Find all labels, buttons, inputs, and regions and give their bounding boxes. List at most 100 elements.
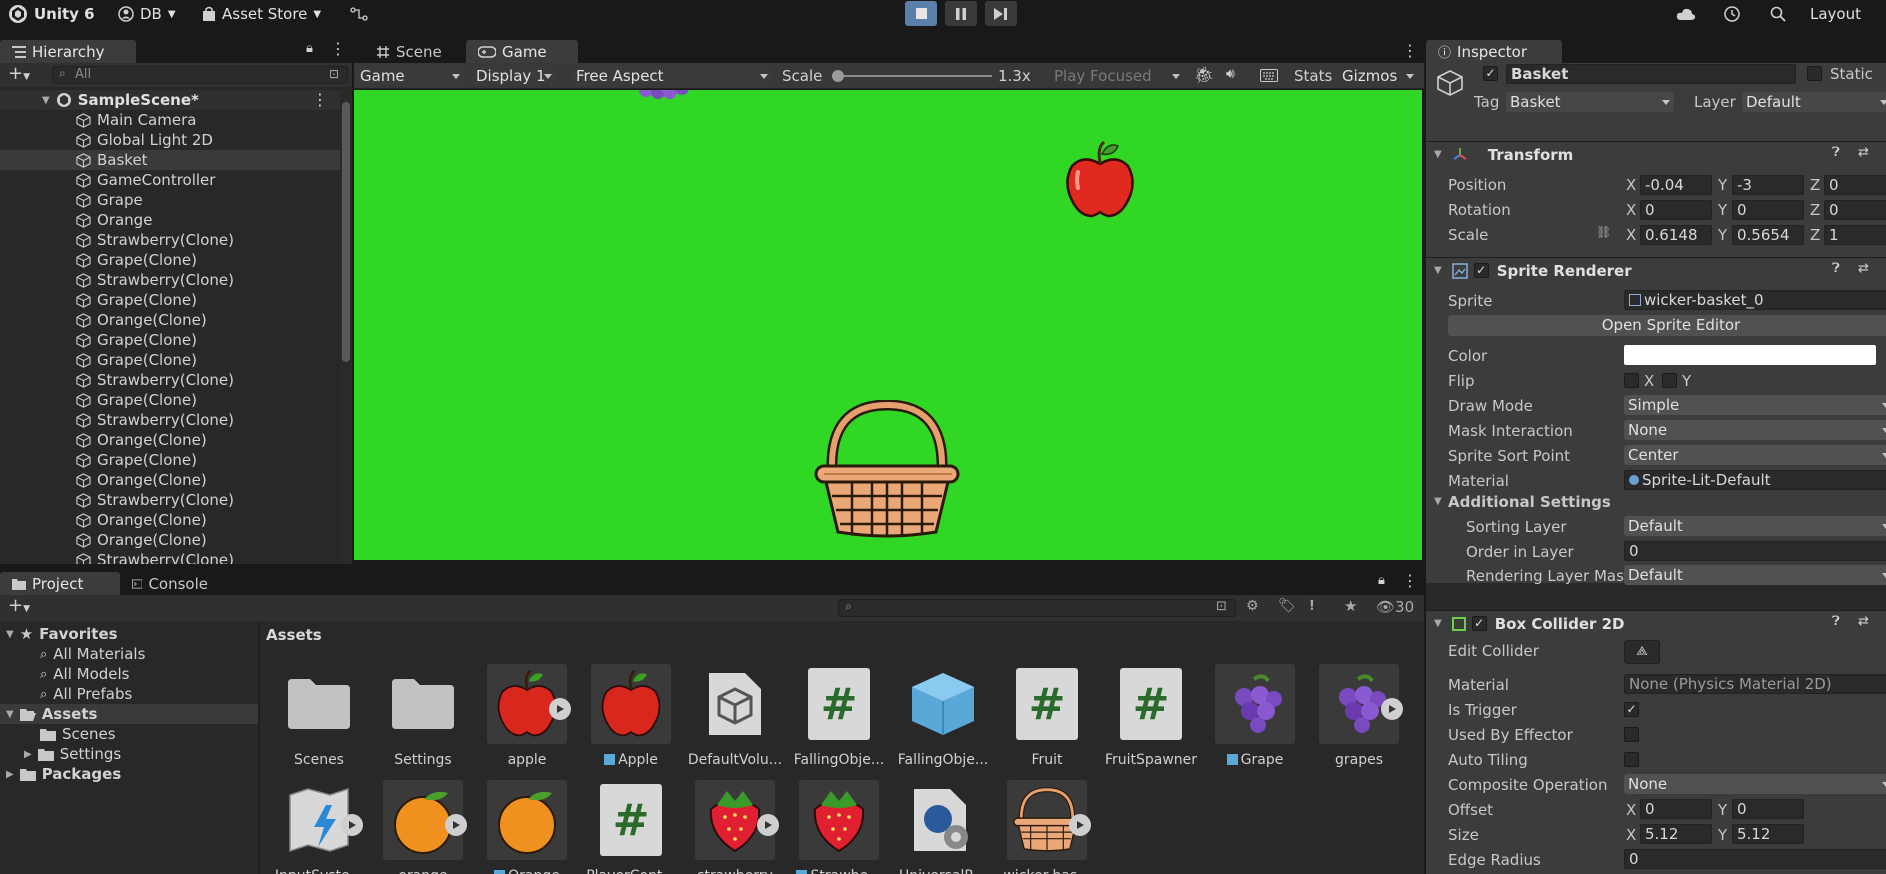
asset-folder-item[interactable]: ▶ Settings	[0, 744, 258, 764]
asset-item[interactable]: # FallingObje...	[790, 664, 888, 768]
tab-project[interactable]: Project	[0, 572, 120, 595]
expand-sprite-icon[interactable]	[1381, 698, 1403, 720]
collapse-arrow-icon[interactable]: ▶	[6, 769, 14, 780]
open-sprite-editor-button[interactable]: Open Sprite Editor	[1448, 315, 1886, 336]
collider-material-field[interactable]: None (Physics Material 2D)	[1624, 674, 1886, 694]
bug-icon[interactable]: 🐞︎	[1194, 65, 1214, 84]
scale-x-field[interactable]: 0.6148	[1640, 225, 1712, 245]
label-filter-icon[interactable]: 🏷︎	[1278, 598, 1296, 614]
draw-mode-dropdown[interactable]: Simple	[1624, 395, 1886, 415]
favorite-item[interactable]: ⌕ All Models	[0, 664, 258, 684]
expand-arrow-icon[interactable]: ▼	[6, 709, 14, 720]
play-button[interactable]	[905, 1, 937, 26]
hierarchy-item[interactable]: Grape	[0, 190, 340, 210]
offset-x-field[interactable]: 0	[1640, 799, 1712, 819]
asset-item[interactable]: Settings	[374, 664, 472, 768]
tab-console[interactable]: Console	[120, 572, 220, 595]
hierarchy-item[interactable]: Strawberry(Clone)	[0, 230, 340, 250]
composite-operation-dropdown[interactable]: None	[1624, 774, 1886, 794]
more-menu-icon[interactable]: ⋮	[1402, 571, 1418, 590]
hierarchy-item[interactable]: GameController	[0, 170, 340, 190]
scale-z-field[interactable]: 1	[1824, 225, 1886, 245]
collapse-arrow-icon[interactable]: ▶	[24, 749, 32, 760]
hierarchy-item[interactable]: Strawberry(Clone)	[0, 270, 340, 290]
asset-item[interactable]: InputSyste...	[270, 780, 368, 874]
position-y-field[interactable]: -3	[1732, 175, 1804, 195]
asset-item[interactable]: UniversalR...	[894, 780, 992, 874]
hierarchy-item[interactable]: Grape(Clone)	[0, 250, 340, 270]
more-menu-icon[interactable]: ⋮	[330, 39, 346, 58]
keyboard-icon[interactable]	[1260, 69, 1278, 82]
version-control-button[interactable]	[350, 3, 368, 25]
sorting-layer-dropdown[interactable]: Default	[1624, 516, 1886, 536]
project-search-input[interactable]: ⌕	[838, 599, 1236, 617]
sprite-renderer-header[interactable]: ▼ ✓ Sprite Renderer ❓︎ ⇄	[1426, 257, 1886, 283]
warning-filter-icon[interactable]: ❗︎	[1310, 598, 1314, 614]
active-checkbox[interactable]: ✓	[1483, 66, 1498, 81]
asset-item[interactable]: # PlayerCont...	[582, 780, 680, 874]
flip-x-checkbox[interactable]	[1624, 373, 1639, 388]
rotation-z-field[interactable]: 0	[1824, 200, 1886, 220]
asset-item[interactable]: Orange	[478, 780, 576, 874]
scale-y-field[interactable]: 0.5654	[1732, 225, 1804, 245]
asset-item[interactable]: # FruitSpawner	[1102, 664, 1200, 768]
expand-sprite-icon[interactable]	[341, 814, 363, 836]
asset-item[interactable]: strawberry	[686, 780, 784, 874]
lock-icon[interactable]: 🔒︎	[1378, 573, 1385, 588]
size-x-field[interactable]: 5.12	[1640, 824, 1712, 844]
asset-item[interactable]: Apple	[582, 664, 680, 768]
hierarchy-item[interactable]: Orange(Clone)	[0, 470, 340, 490]
hierarchy-item[interactable]: Strawberry(Clone)	[0, 370, 340, 390]
hierarchy-item[interactable]: Strawberry(Clone)	[0, 490, 340, 510]
hierarchy-item[interactable]: Global Light 2D	[0, 130, 340, 150]
expand-arrow-icon[interactable]: ▼	[6, 629, 14, 640]
asset-folder-item[interactable]: Scenes	[0, 724, 258, 744]
asset-store-dropdown[interactable]: Asset Store ▼	[202, 3, 321, 25]
edge-radius-field[interactable]: 0	[1624, 849, 1886, 869]
assets-row[interactable]: ▼ Assets	[0, 704, 258, 724]
create-button[interactable]: +▼	[8, 595, 30, 616]
preset-icon[interactable]: ⇄	[1858, 261, 1869, 276]
tab-scene[interactable]: Scene	[364, 40, 474, 63]
layer-dropdown[interactable]: Default	[1742, 92, 1886, 112]
search-window-icon[interactable]: ⊡	[1216, 599, 1227, 614]
tab-inspector[interactable]: ⓘ Inspector	[1426, 40, 1562, 63]
object-name-field[interactable]: Basket	[1506, 64, 1796, 84]
gizmos-dropdown[interactable]: Gizmos	[1338, 66, 1418, 86]
hierarchy-item[interactable]: Orange(Clone)	[0, 310, 340, 330]
mask-interaction-dropdown[interactable]: None	[1624, 420, 1886, 440]
order-in-layer-field[interactable]: 0	[1624, 541, 1886, 561]
favorite-star-icon[interactable]: ★	[1344, 597, 1357, 615]
packages-row[interactable]: ▶ Packages	[0, 764, 258, 784]
game-mode-dropdown[interactable]: Game	[356, 66, 464, 86]
asset-item[interactable]: Scenes	[270, 664, 368, 768]
foldout-arrow-icon[interactable]: ▼	[1434, 496, 1442, 507]
used-by-effector-checkbox[interactable]	[1624, 727, 1639, 742]
hierarchy-item[interactable]: Main Camera	[0, 110, 340, 130]
scale-slider-thumb[interactable]	[832, 70, 844, 82]
hierarchy-item[interactable]: Orange(Clone)	[0, 510, 340, 530]
hierarchy-item[interactable]: Strawberry(Clone)	[0, 550, 340, 564]
favorite-item[interactable]: ⌕ All Materials	[0, 644, 258, 664]
hierarchy-search-input[interactable]: ⌕ All ⊡	[52, 66, 348, 84]
display-dropdown[interactable]: Display 1	[472, 66, 556, 86]
asset-item[interactable]: orange	[374, 780, 472, 874]
position-z-field[interactable]: 0	[1824, 175, 1886, 195]
preset-icon[interactable]: ⇄	[1858, 614, 1869, 629]
hierarchy-item[interactable]: Grape(Clone)	[0, 390, 340, 410]
preset-icon[interactable]: ⇄	[1858, 145, 1869, 160]
hierarchy-item[interactable]: Strawberry(Clone)	[0, 410, 340, 430]
material-field[interactable]: Sprite-Lit-Default	[1624, 470, 1886, 490]
asset-item[interactable]: wicker-bas...	[998, 780, 1096, 874]
rotation-y-field[interactable]: 0	[1732, 200, 1804, 220]
asset-item[interactable]: FallingObje...	[894, 664, 992, 768]
scene-row[interactable]: ▼ SampleScene* ⋮	[0, 90, 340, 110]
tab-hierarchy[interactable]: Hierarchy	[0, 40, 136, 63]
expand-sprite-icon[interactable]	[445, 814, 467, 836]
hidden-packages-toggle[interactable]: 👁︎30	[1376, 598, 1414, 616]
hierarchy-item[interactable]: Grape(Clone)	[0, 350, 340, 370]
asset-item[interactable]: DefaultVolu...	[686, 664, 784, 768]
color-swatch[interactable]	[1624, 345, 1876, 365]
hierarchy-item[interactable]: Grape(Clone)	[0, 290, 340, 310]
cloud-button[interactable]	[1676, 3, 1696, 25]
